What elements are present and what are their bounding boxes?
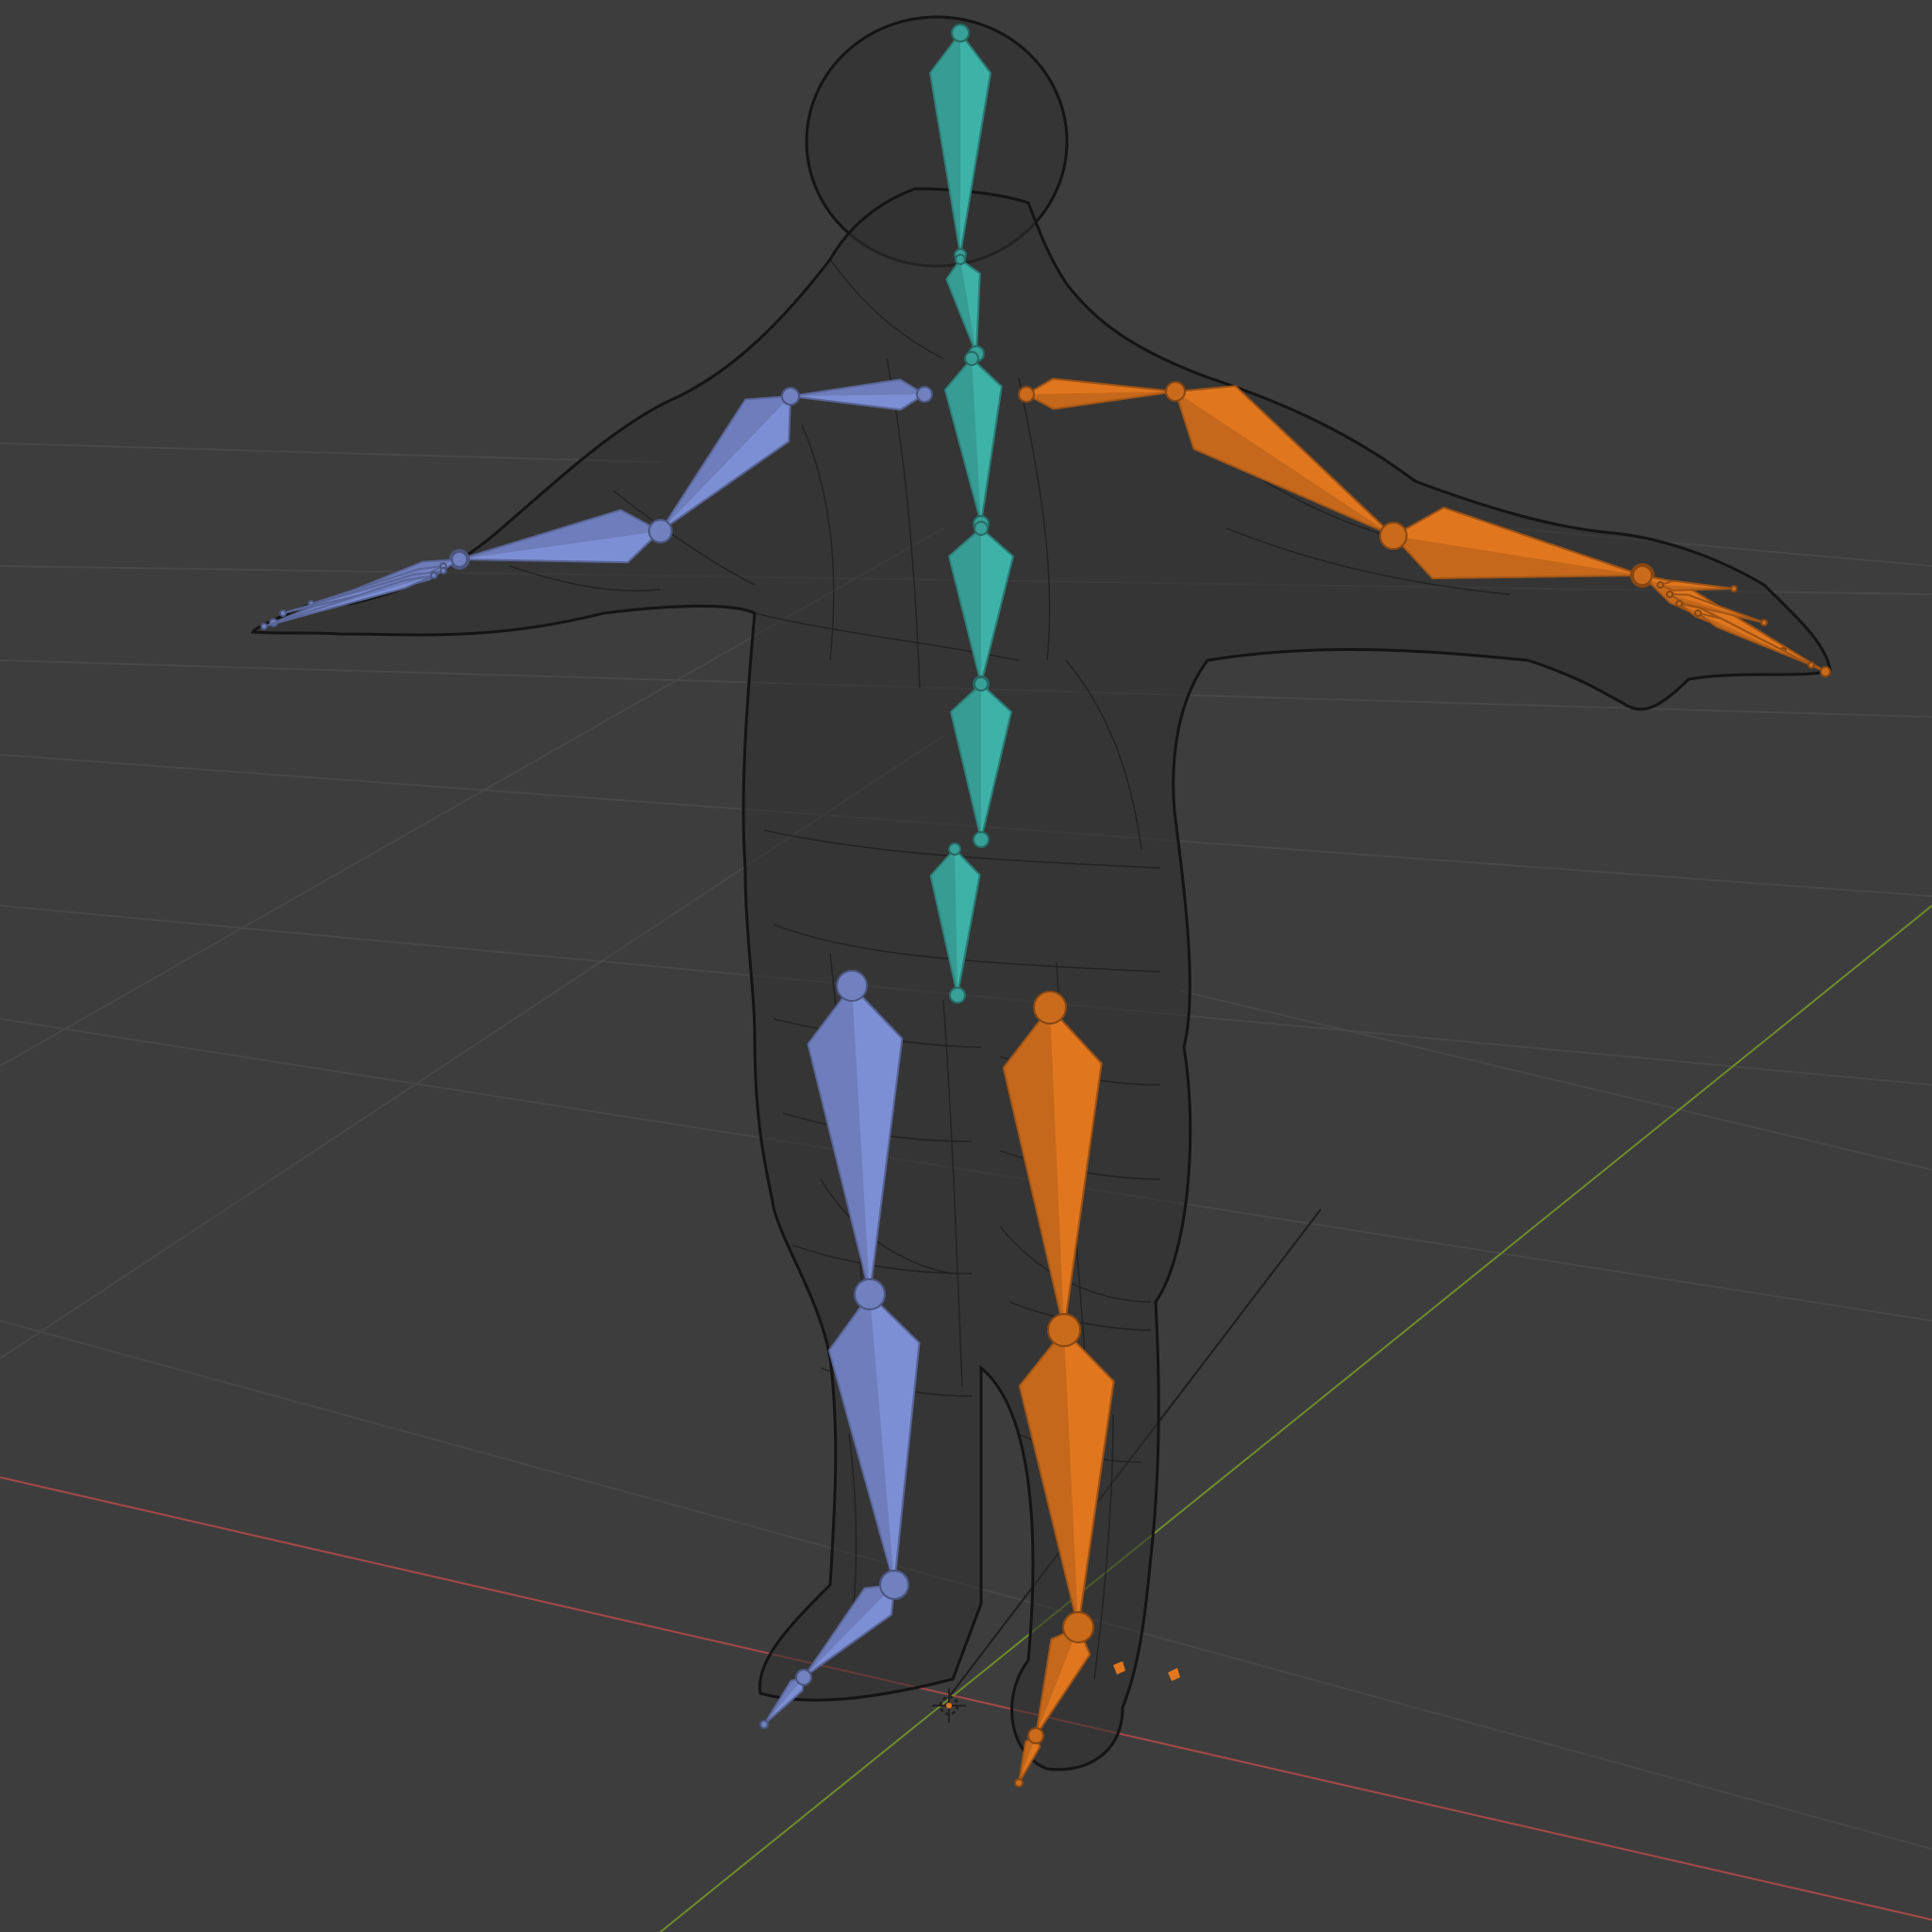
bone-head-joint[interactable]	[974, 521, 989, 536]
bone-head-joint[interactable]	[955, 254, 966, 265]
character-mesh[interactable]	[250, 15, 1832, 1772]
bone-tail-joint[interactable]	[973, 831, 990, 848]
bone-head-joint[interactable]	[1694, 609, 1702, 617]
bone-tail-joint[interactable]	[1820, 666, 1831, 677]
bone-head-joint[interactable]	[964, 351, 979, 366]
bone-head-joint[interactable]	[974, 676, 989, 691]
bone-head-joint[interactable]	[781, 387, 800, 406]
bone-head-joint[interactable]	[1675, 600, 1683, 608]
grid-line	[1178, 990, 1932, 1171]
viewport-canvas[interactable]	[0, 0, 1932, 1932]
bone-head-joint[interactable]	[1666, 591, 1674, 598]
bone-head-joint[interactable]	[440, 567, 447, 575]
bone-tail-joint[interactable]	[1760, 619, 1768, 626]
mesh-torso	[250, 187, 1832, 1772]
bone-head-joint[interactable]	[1027, 1727, 1044, 1744]
bone-tail-joint[interactable]	[260, 623, 268, 630]
bone-head-joint[interactable]	[1165, 381, 1186, 402]
bone-tail-joint[interactable]	[1730, 585, 1738, 592]
bone-tail-joint[interactable]	[949, 987, 966, 1004]
3d-viewport[interactable]	[0, 0, 1932, 1932]
bone-tail-joint[interactable]	[1014, 1778, 1024, 1788]
bone-head-joint[interactable]	[1033, 991, 1067, 1024]
bone-head-joint[interactable]	[879, 1570, 909, 1600]
bone-head-joint[interactable]	[1657, 581, 1664, 589]
bone-head-joint[interactable]	[836, 970, 868, 1002]
bone-head-joint[interactable]	[795, 1669, 812, 1686]
bone-tail-joint[interactable]	[1807, 661, 1815, 669]
3d-cursor-icon[interactable]	[932, 1689, 966, 1723]
bone-tail-joint[interactable]	[759, 1720, 769, 1729]
bone-head-joint[interactable]	[1062, 1611, 1094, 1643]
bone-head-joint[interactable]	[451, 551, 468, 568]
grid-line	[0, 442, 661, 463]
bone-head-joint[interactable]	[648, 519, 673, 543]
bone-head-joint[interactable]	[1018, 386, 1035, 403]
bone-head-joint[interactable]	[854, 1278, 886, 1310]
bone-head-joint[interactable]	[948, 842, 961, 856]
bone-marker-icon	[1168, 1668, 1180, 1681]
bone-head-joint[interactable]	[1379, 522, 1407, 550]
bone-tail-joint[interactable]	[279, 609, 287, 617]
bone-head-joint[interactable]	[916, 386, 933, 403]
bone-head-joint[interactable]	[1632, 565, 1653, 586]
bone-head-joint[interactable]	[430, 572, 438, 579]
bone-head-joint[interactable]	[951, 24, 970, 42]
bone-head-joint[interactable]	[1047, 1313, 1081, 1347]
